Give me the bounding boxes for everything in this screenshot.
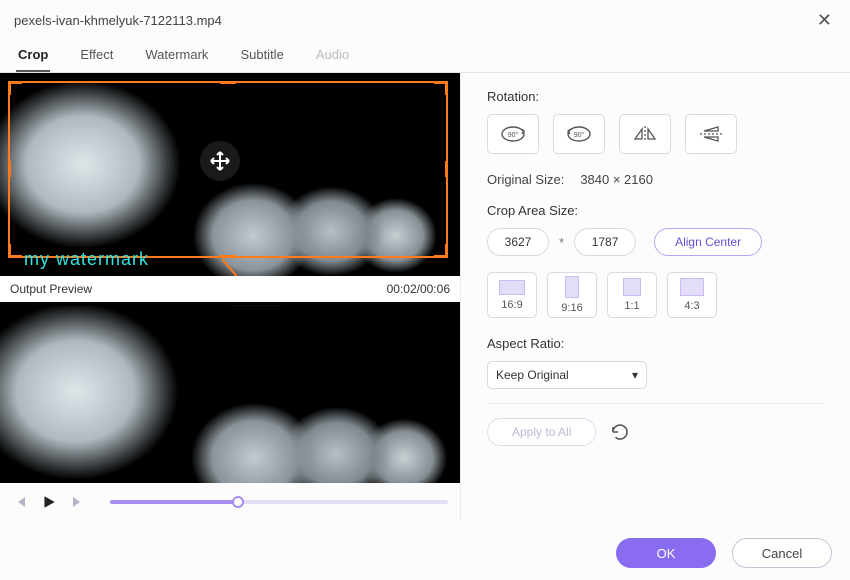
output-preview-label: Output Preview (10, 282, 92, 296)
divider (487, 403, 824, 404)
watermark-text: my watermark (24, 249, 149, 270)
rotate-cw-button[interactable]: 90° (487, 114, 539, 154)
seek-thumb[interactable] (232, 496, 244, 508)
flip-horizontal-button[interactable] (619, 114, 671, 154)
apply-to-all-button[interactable]: Apply to All (487, 418, 596, 446)
ratio-1-1[interactable]: 1:1 (607, 272, 657, 318)
rotation-label: Rotation: (487, 89, 824, 104)
crop-height-input[interactable] (574, 228, 636, 256)
original-size-label: Original Size: (487, 172, 564, 187)
tab-effect[interactable]: Effect (78, 43, 115, 72)
rotate-ccw-button[interactable]: 90° (553, 114, 605, 154)
output-preview (0, 302, 460, 483)
tab-subtitle[interactable]: Subtitle (238, 43, 285, 72)
original-size-value: 3840 × 2160 (580, 172, 653, 187)
tab-audio: Audio (314, 43, 351, 72)
file-title: pexels-ivan-khmelyuk-7122113.mp4 (14, 13, 222, 28)
time-display: 00:02/00:06 (387, 282, 450, 296)
tab-bar: Crop Effect Watermark Subtitle Audio (0, 37, 850, 73)
flip-vertical-button[interactable] (685, 114, 737, 154)
align-center-button[interactable]: Align Center (654, 228, 762, 256)
reset-icon[interactable] (610, 422, 630, 442)
close-icon[interactable]: ✕ (813, 8, 836, 33)
cancel-button[interactable]: Cancel (732, 538, 832, 568)
ratio-4-3[interactable]: 4:3 (667, 272, 717, 318)
aspect-ratio-select[interactable]: Keep Original ▾ (487, 361, 647, 389)
tab-crop[interactable]: Crop (16, 43, 50, 72)
prev-frame-button[interactable] (12, 493, 30, 511)
tab-watermark[interactable]: Watermark (143, 43, 210, 72)
next-frame-button[interactable] (68, 493, 86, 511)
ratio-16-9[interactable]: 16:9 (487, 272, 537, 318)
seek-bar[interactable] (110, 500, 448, 504)
svg-text:90°: 90° (508, 131, 519, 139)
crop-area-label: Crop Area Size: (487, 203, 824, 218)
crop-preview[interactable]: my watermark (0, 73, 460, 276)
times-symbol: * (559, 235, 564, 250)
ratio-9-16[interactable]: 9:16 (547, 272, 597, 318)
ok-button[interactable]: OK (616, 538, 716, 568)
aspect-ratio-value: Keep Original (496, 368, 569, 382)
chevron-down-icon: ▾ (632, 368, 638, 382)
play-button[interactable] (40, 493, 58, 511)
crop-width-input[interactable] (487, 228, 549, 256)
move-handle-icon[interactable] (200, 141, 240, 181)
aspect-ratio-label: Aspect Ratio: (487, 336, 824, 351)
svg-text:90°: 90° (574, 131, 585, 139)
